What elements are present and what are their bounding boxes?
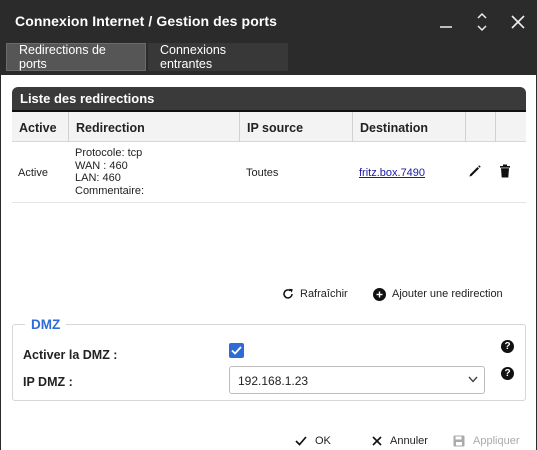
add-redirection-label: Ajouter une redirection [392,288,503,300]
redirections-header: Liste des redirections [12,87,526,113]
table-header: Active Redirection IP source Destination [12,112,526,142]
refresh-button[interactable]: Rafraîchir [282,284,348,304]
row-active-status: Active [18,167,48,179]
tab-port-redirections[interactable]: Redirections de ports [6,43,146,71]
chevron-down-icon [468,376,478,383]
tab-incoming-connections[interactable]: Connexions entrantes [148,43,288,71]
apply-label: Appliquer [473,435,520,447]
enable-dmz-label: Activer la DMZ : [23,348,118,362]
cancel-label: Annuler [390,435,428,447]
help-icon[interactable]: ? [501,340,514,353]
column-edit [465,112,495,142]
dmz-ip-select[interactable]: 192.168.1.23 [229,366,485,394]
close-button[interactable] [505,9,531,35]
enable-dmz-checkbox[interactable] [229,343,244,358]
cancel-button[interactable]: Annuler [372,432,428,450]
apply-button[interactable]: Appliquer [453,432,519,450]
row-comment: Commentaire: [75,184,145,197]
table-row[interactable]: Active Protocole: tcp WAN : 460 LAN: 460… [12,143,526,203]
row-protocol: Protocole: tcp [75,147,143,159]
chevron-up-down-icon [477,12,487,32]
dmz-ip-label: IP DMZ : [23,375,73,389]
dmz-ip-value: 192.168.1.23 [238,374,309,388]
edit-button[interactable] [468,164,484,180]
trash-icon [500,164,510,178]
column-redirection[interactable]: Redirection [68,112,239,142]
column-destination[interactable]: Destination [352,112,465,142]
dialog-window: Connexion Internet / Gestion des ports R… [0,0,537,450]
save-icon [453,435,465,447]
redirections-panel: Liste des redirections Active Redirectio… [12,87,526,279]
close-icon [372,436,382,446]
add-redirection-button[interactable]: Ajouter une redirection [373,284,503,304]
checkmark-icon [231,346,242,355]
row-lan-port: LAN: 460 [75,172,121,184]
pencil-icon [469,165,481,177]
title-bar: Connexion Internet / Gestion des ports [1,1,536,41]
ok-button[interactable]: OK [295,432,331,450]
tab-bar: Redirections de ports Connexions entrant… [1,41,536,75]
column-active[interactable]: Active [12,112,68,142]
close-icon [511,15,525,29]
minimize-icon [440,26,452,28]
row-redirection-details: Protocole: tcp WAN : 460 LAN: 460 Commen… [75,147,144,197]
refresh-icon [283,288,293,299]
dmz-section: DMZ Activer la DMZ : ? IP DMZ : 192.168.… [12,317,526,401]
column-ip-source[interactable]: IP source [239,112,352,142]
dmz-legend: DMZ [25,317,67,332]
minimize-button[interactable] [433,9,459,35]
content-area: Liste des redirections Active Redirectio… [1,75,536,450]
row-destination-link[interactable]: fritz.box.7490 [359,167,425,179]
help-icon[interactable]: ? [501,367,514,380]
ok-label: OK [315,435,331,447]
refresh-label: Rafraîchir [300,288,348,300]
check-icon [295,436,307,446]
delete-button[interactable] [499,164,515,180]
row-ip-source: Toutes [246,167,279,179]
add-circle-icon [373,287,386,301]
collapse-button[interactable] [469,9,495,35]
column-delete [495,112,526,142]
row-wan-port: WAN : 460 [75,159,128,172]
window-title: Connexion Internet / Gestion des ports [15,13,278,29]
